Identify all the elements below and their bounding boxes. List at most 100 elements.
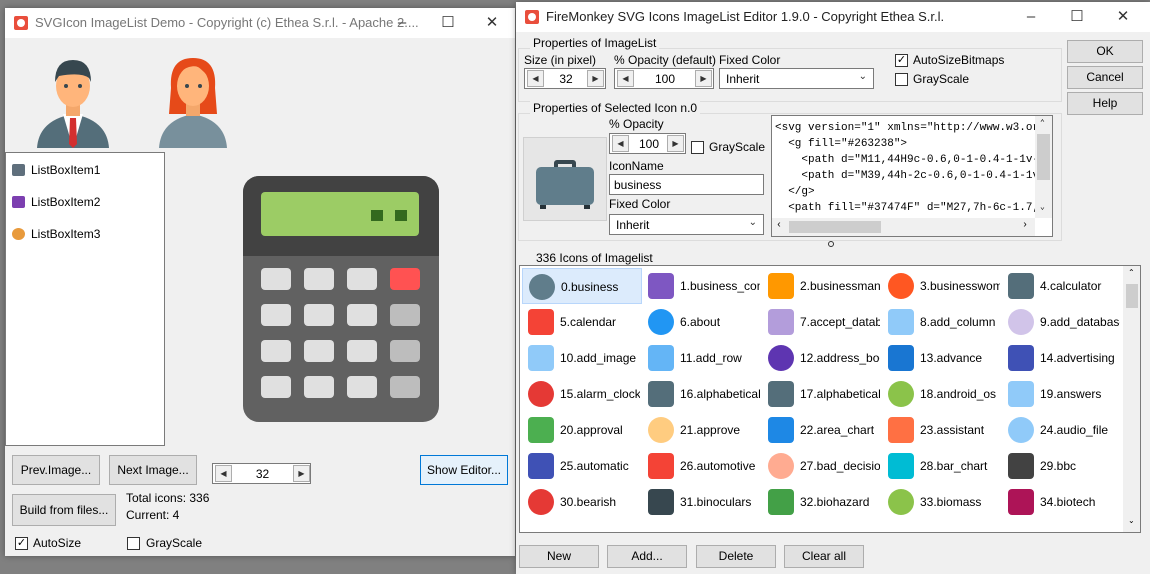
sel-grayscale-label: GrayScale xyxy=(709,140,766,154)
icon-grid-item[interactable]: 20.approval xyxy=(522,412,642,448)
icon-grid-item[interactable]: 23.assistant xyxy=(882,412,1002,448)
icon-grid-item[interactable]: 19.answers xyxy=(1002,376,1122,412)
memo-vscrollbar[interactable]: ⌃ ⌄ xyxy=(1035,116,1052,218)
size-spinbox[interactable]: ◀ 32 ▶ xyxy=(524,68,606,89)
icon-grid-item[interactable]: 3.businesswom xyxy=(882,268,1002,304)
close-button[interactable]: ✕ xyxy=(469,8,515,38)
icon-grid-item[interactable]: 9.add_database xyxy=(1002,304,1122,340)
icon-grid-label: 33.biomass xyxy=(920,495,982,509)
sel-opacity-spinbox[interactable]: ◀ 100 ▶ xyxy=(609,133,686,154)
icon-grid-item[interactable]: 31.binoculars xyxy=(642,484,762,520)
memo-hscrollbar[interactable]: ‹ › xyxy=(772,218,1035,236)
size-spinbox[interactable]: ◀ 32 ▶ xyxy=(212,463,311,484)
increment-arrow-icon[interactable]: ▶ xyxy=(293,465,310,482)
address-book-icon xyxy=(768,345,794,371)
icon-grid-item[interactable]: 17.alphabetical xyxy=(762,376,882,412)
icon-grid-item[interactable]: 32.biohazard xyxy=(762,484,882,520)
icon-grid-label: 20.approval xyxy=(560,423,623,437)
icon-grid-item[interactable]: 29.bbc xyxy=(1002,448,1122,484)
add-button[interactable]: Add... xyxy=(607,545,687,568)
icon-grid-item[interactable]: 13.advance xyxy=(882,340,1002,376)
sel-opacity-label: % Opacity xyxy=(609,117,664,131)
icon-grid-item[interactable]: 28.bar_chart xyxy=(882,448,1002,484)
minimize-button[interactable]: – xyxy=(1008,2,1054,32)
about-icon xyxy=(648,309,674,335)
autosize-checkbox[interactable]: ✓ xyxy=(15,537,28,550)
increment-arrow-icon[interactable]: ▶ xyxy=(587,70,604,87)
icon-grid-item[interactable]: 26.automotive xyxy=(642,448,762,484)
icon-grid-item[interactable]: 6.about xyxy=(642,304,762,340)
opacity-spinbox[interactable]: ◀ 100 ▶ xyxy=(614,68,714,89)
icon-name-input[interactable] xyxy=(609,174,764,195)
icon-grid-item[interactable]: 14.advertising xyxy=(1002,340,1122,376)
splitter-grip-icon[interactable] xyxy=(828,241,834,247)
icon-grid-item[interactable]: 5.calendar xyxy=(522,304,642,340)
icon-grid-label: 27.bad_decisio xyxy=(800,459,880,473)
icon-grid-label: 28.bar_chart xyxy=(920,459,988,473)
icon-grid-item[interactable]: 12.address_boo xyxy=(762,340,882,376)
increment-arrow-icon[interactable]: ▶ xyxy=(695,70,712,87)
editor-window: FireMonkey SVG Icons ImageList Editor 1.… xyxy=(516,2,1150,574)
icon-grid-item[interactable]: 27.bad_decisio xyxy=(762,448,882,484)
icon-grid-label: 32.biohazard xyxy=(800,495,870,509)
decrement-arrow-icon[interactable]: ◀ xyxy=(617,70,634,87)
sel-fixed-color-select[interactable]: Inherit ⌄ xyxy=(609,214,764,235)
delete-button[interactable]: Delete xyxy=(696,545,776,568)
build-from-files-button[interactable]: Build from files... xyxy=(12,494,116,526)
icon-grid-item[interactable]: 8.add_column xyxy=(882,304,1002,340)
icon-grid-item[interactable]: 30.bearish xyxy=(522,484,642,520)
icon-grid-label: 18.android_os xyxy=(920,387,997,401)
cancel-button[interactable]: Cancel xyxy=(1067,66,1143,89)
help-button[interactable]: Help xyxy=(1067,92,1143,115)
clear-all-button[interactable]: Clear all xyxy=(784,545,864,568)
sel-fixed-color-value: Inherit xyxy=(616,218,650,232)
svg-text-editor[interactable]: <svg version="1" xmlns="http://www.w3.or… xyxy=(771,115,1053,237)
icons-vscrollbar[interactable]: ⌃ ⌄ xyxy=(1123,266,1140,532)
icon-grid-item[interactable]: 18.android_os xyxy=(882,376,1002,412)
icon-grid-item[interactable]: 0.business xyxy=(522,268,642,304)
business-icon xyxy=(536,160,594,209)
icon-grid-item[interactable]: 11.add_row xyxy=(642,340,762,376)
calculator-icon xyxy=(1008,273,1034,299)
minimize-button[interactable]: – xyxy=(379,8,425,38)
grayscale-checkbox[interactable] xyxy=(895,73,908,86)
grayscale-checkbox[interactable] xyxy=(127,537,140,550)
icons-grid[interactable]: ⌃ ⌄ 0.business 1.business_con 2.businessma… xyxy=(519,265,1141,533)
icon-grid-item[interactable]: 1.business_con xyxy=(642,268,762,304)
icon-grid-label: 17.alphabetical xyxy=(800,387,880,401)
close-button[interactable]: ✕ xyxy=(1100,2,1146,32)
svg-line: <path d="M39,44h-2c-0.6,0-1-0.4-1-1v-2h4… xyxy=(775,170,1053,182)
icon-grid-item[interactable]: 10.add_image xyxy=(522,340,642,376)
icon-grid-label: 3.businesswom xyxy=(920,279,1000,293)
maximize-button[interactable]: ☐ xyxy=(425,8,471,38)
icon-grid-item[interactable]: 15.alarm_clock xyxy=(522,376,642,412)
increment-arrow-icon[interactable]: ▶ xyxy=(667,135,684,152)
decrement-arrow-icon[interactable]: ◀ xyxy=(612,135,629,152)
icon-grid-item[interactable]: 7.accept_datab xyxy=(762,304,882,340)
icon-grid-item[interactable]: 25.automatic xyxy=(522,448,642,484)
icon-grid-label: 14.advertising xyxy=(1040,351,1115,365)
icon-grid-item[interactable]: 34.biotech xyxy=(1002,484,1122,520)
autosize-bitmaps-checkbox[interactable]: ✓ xyxy=(895,54,908,67)
next-image-button[interactable]: Next Image... xyxy=(109,455,197,485)
icon-grid-label: 22.area_chart xyxy=(800,423,875,437)
sel-grayscale-checkbox[interactable] xyxy=(691,141,704,154)
fixed-color-select[interactable]: Inherit ⌄ xyxy=(719,68,874,89)
icon-grid-item[interactable]: 4.calculator xyxy=(1002,268,1122,304)
icon-grid-label: 34.biotech xyxy=(1040,495,1096,509)
icon-grid-item[interactable]: 16.alphabetical xyxy=(642,376,762,412)
decrement-arrow-icon[interactable]: ◀ xyxy=(527,70,544,87)
icon-grid-item[interactable]: 33.biomass xyxy=(882,484,1002,520)
list-box[interactable]: ListBoxItem1 ListBoxItem2 ListBoxItem3 xyxy=(5,152,165,446)
maximize-button[interactable]: ☐ xyxy=(1054,2,1100,32)
icon-grid-item[interactable]: 21.approve xyxy=(642,412,762,448)
icon-grid-item[interactable]: 2.businessman xyxy=(762,268,882,304)
ok-button[interactable]: OK xyxy=(1067,40,1143,63)
new-button[interactable]: New xyxy=(519,545,599,568)
icon-grid-item[interactable]: 22.area_chart xyxy=(762,412,882,448)
show-editor-button[interactable]: Show Editor... xyxy=(420,455,508,485)
decrement-arrow-icon[interactable]: ◀ xyxy=(215,465,232,482)
prev-image-button[interactable]: Prev.Image... xyxy=(12,455,100,485)
icon-grid-item[interactable]: 24.audio_file xyxy=(1002,412,1122,448)
icon-grid-label: 16.alphabetical xyxy=(680,387,760,401)
